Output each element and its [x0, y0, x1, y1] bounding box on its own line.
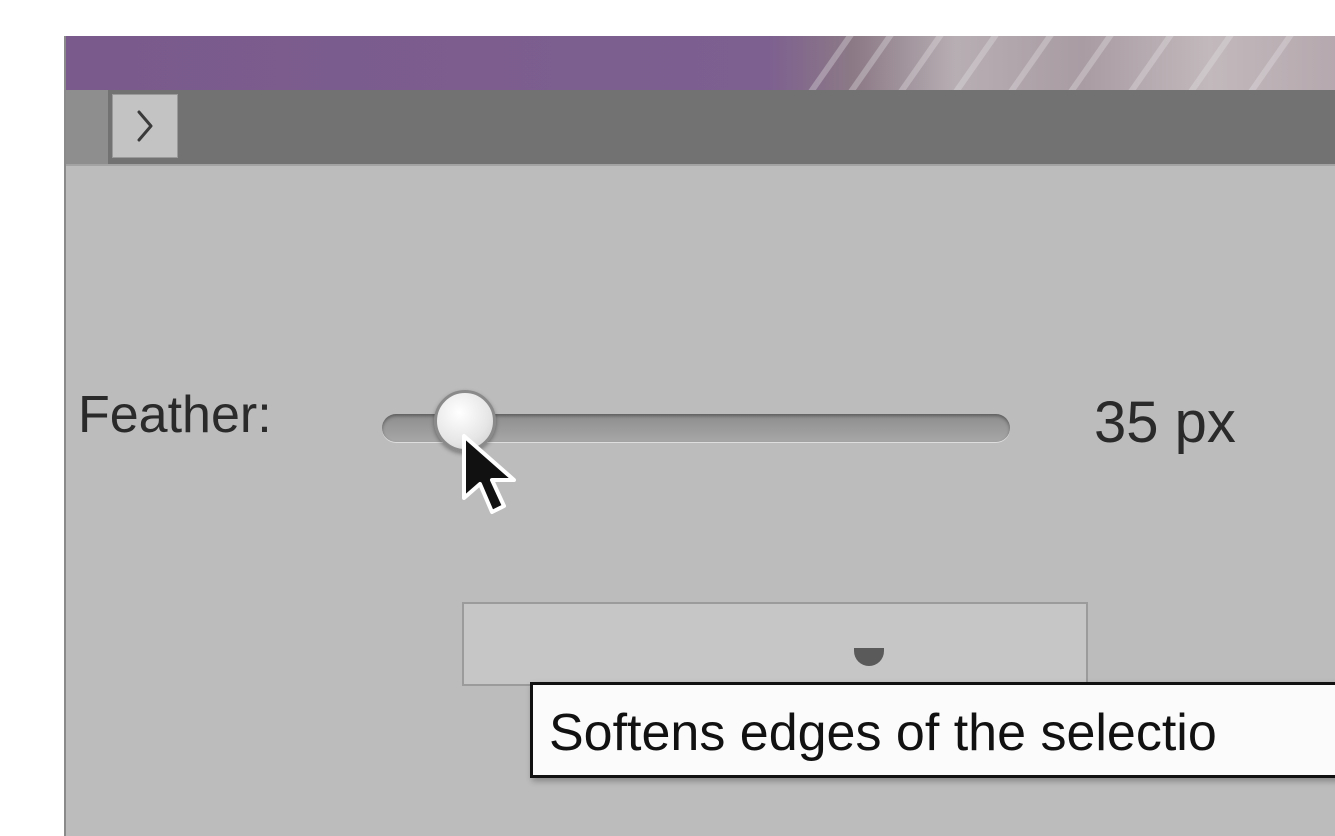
panel-toolbar	[66, 90, 1335, 166]
feather-label: Feather:	[78, 386, 272, 444]
refine-edge-window: Feather: 35 px Softens edges of the sele…	[64, 36, 1335, 836]
feather-slider-thumb[interactable]	[434, 390, 496, 452]
feather-tooltip: Softens edges of the selectio	[530, 682, 1335, 778]
obscured-button[interactable]	[462, 602, 1088, 686]
button-icon-fragment	[854, 648, 884, 666]
image-canvas-strip	[66, 36, 1335, 90]
expand-panel-button[interactable]	[112, 94, 178, 158]
tooltip-text: Softens edges of the selectio	[549, 704, 1217, 762]
settings-panel: Feather: 35 px Softens edges of the sele…	[66, 166, 1335, 836]
feather-value-readout: 35 px	[1094, 390, 1236, 455]
toolbar-gutter	[66, 90, 108, 164]
chevron-right-icon	[137, 110, 153, 142]
